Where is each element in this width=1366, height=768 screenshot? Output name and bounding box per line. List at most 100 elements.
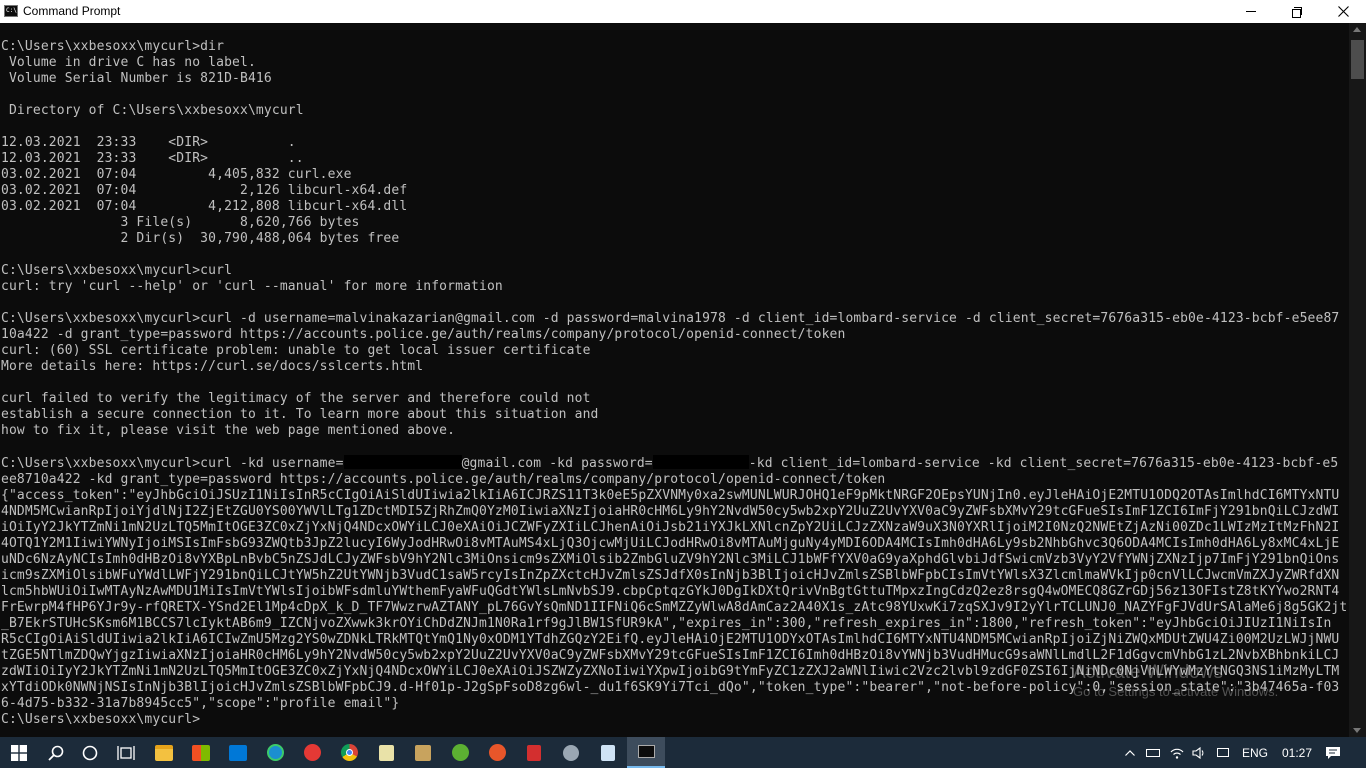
watermark-subtitle: Go to Settings to activate Windows. bbox=[1073, 684, 1279, 699]
taskbar-tools[interactable] bbox=[405, 737, 441, 768]
close-icon bbox=[1337, 6, 1349, 17]
task-view-button[interactable] bbox=[108, 737, 144, 768]
console-line: curl failed to verify the legitimacy of … bbox=[1, 391, 591, 406]
console-line: 12.03.2021 23:33 <DIR> .. bbox=[1, 151, 304, 166]
console-line: 4OTQ1Y2M1IiwiYWNyIjoiMSIsImFsbG93ZWQtb3J… bbox=[1, 536, 1340, 551]
console-line: tZGE5NTlmZDQwYjgzIiwiaXNzIjoiaHR0cHM6Ly9… bbox=[1, 648, 1340, 663]
show-hidden-icons-button[interactable] bbox=[1120, 737, 1140, 768]
gear-app-icon bbox=[563, 744, 579, 761]
edge-browser-icon bbox=[266, 744, 284, 761]
console-line: uNDc6NzAyNCIsImh0dHBzOi8vYXBpLnBvbC5nZSJ… bbox=[1, 552, 1340, 567]
console-line: C:\Users\xxbesoxx\mycurl>curl -d usernam… bbox=[1, 311, 1340, 326]
taskbar-utorrent[interactable] bbox=[442, 737, 478, 768]
console-line: {"access_token":"eyJhbGciOiJSUzI1NiIsInR… bbox=[1, 488, 1340, 503]
search-button[interactable] bbox=[38, 737, 74, 768]
vertical-scrollbar[interactable] bbox=[1349, 23, 1366, 737]
taskbar-store[interactable] bbox=[183, 737, 219, 768]
chrome-browser-icon bbox=[340, 744, 358, 761]
speaker-volume-icon bbox=[1192, 746, 1204, 759]
console-line: Directory of C:\Users\xxbesoxx\mycurl bbox=[1, 103, 304, 118]
taskbar-file-explorer[interactable] bbox=[146, 737, 182, 768]
scroll-down-arrow-icon[interactable] bbox=[1353, 728, 1361, 733]
window-title: Command Prompt bbox=[23, 4, 121, 18]
restore-icon bbox=[1292, 6, 1302, 18]
command-prompt-icon bbox=[637, 745, 655, 758]
battery-icon bbox=[1146, 748, 1160, 757]
taskbar-mail[interactable] bbox=[220, 737, 256, 768]
minimize-button[interactable] bbox=[1228, 0, 1274, 23]
taskbar-chrome[interactable] bbox=[331, 737, 367, 768]
console-line: ee8710a422 -kd grant_type=password https… bbox=[1, 472, 886, 487]
console-line: 3 File(s) 8,620,766 bytes bbox=[1, 215, 360, 230]
clock[interactable]: 01:27 bbox=[1274, 737, 1320, 768]
tray-notification-button[interactable] bbox=[1212, 737, 1234, 768]
orange-app-icon bbox=[488, 744, 506, 761]
console-line: 03.02.2021 07:04 4,212,808 libcurl-x64.d… bbox=[1, 199, 408, 214]
console-line: how to fix it, please visit the web page… bbox=[1, 423, 456, 438]
task-view-icon bbox=[117, 745, 135, 760]
watermark-title: Activate Windows bbox=[1073, 662, 1223, 683]
start-button[interactable] bbox=[0, 737, 38, 768]
console-line: curl: try 'curl --help' or 'curl --manua… bbox=[1, 279, 503, 294]
store-bag-icon bbox=[192, 744, 210, 761]
tray-network-button[interactable] bbox=[1166, 737, 1188, 768]
console-line: _B7EkrSTUHcSKsm6M1BCCS7lcIyktAB6m9_IZCNj… bbox=[1, 616, 1332, 631]
mail-envelope-icon bbox=[229, 744, 247, 761]
console-area[interactable]: C:\Users\xxbesoxx\mycurl>dir Volume in d… bbox=[0, 23, 1349, 737]
chevron-up-icon bbox=[1125, 749, 1135, 756]
console-line: Volume Serial Number is 821D-B416 bbox=[1, 71, 272, 86]
command-prompt-app-icon[interactable]: C:\ bbox=[4, 5, 18, 17]
taskbar: ENG 01:27 bbox=[0, 737, 1366, 768]
console-line: iOiIyY2JkYTZmNi1mN2UzLTQ5MmItOGE3ZC0xZjY… bbox=[1, 520, 1340, 535]
title-bar[interactable]: C:\ Command Prompt bbox=[0, 0, 1366, 23]
restore-button[interactable] bbox=[1274, 0, 1320, 23]
console-line: 10a422 -d grant_type=password https://ac… bbox=[1, 327, 846, 342]
taskbar-app-gray[interactable] bbox=[553, 737, 589, 768]
console-line: C:\Users\xxbesoxx\mycurl>curl -kd userna… bbox=[1, 455, 1339, 471]
taskbar-command-prompt[interactable] bbox=[627, 737, 665, 768]
taskbar-app-red[interactable] bbox=[294, 737, 330, 768]
console-line: curl: (60) SSL certificate problem: unab… bbox=[1, 343, 591, 358]
activate-windows-watermark: Activate Windows Go to Settings to activ… bbox=[1073, 662, 1278, 700]
taskbar-notepad[interactable] bbox=[368, 737, 404, 768]
console-line: C:\Users\xxbesoxx\mycurl>dir bbox=[1, 39, 225, 54]
console-line: 4NDM5MCwianRpIjoiYjdlNjI2ZjEtZGU0YS00YWV… bbox=[1, 504, 1340, 519]
console-line: FrEwrpM4fHP6YJr9y-rfQRETX-YSnd2El1Mp4cDp… bbox=[1, 600, 1348, 615]
action-center-icon bbox=[1326, 746, 1340, 759]
scrollbar-thumb[interactable] bbox=[1351, 40, 1364, 79]
console-line: C:\Users\xxbesoxx\mycurl>curl bbox=[1, 263, 233, 278]
console-line: lcm5hbWUiOiIwMTAyNzAwMDU1MiIsImVtYWlsIjo… bbox=[1, 584, 1340, 599]
red-app-icon bbox=[303, 744, 321, 761]
scroll-up-arrow-icon[interactable] bbox=[1353, 27, 1361, 32]
console-line: Volume in drive C has no label. bbox=[1, 55, 256, 70]
taskbar-app-orange[interactable] bbox=[479, 737, 515, 768]
tray-power-button[interactable] bbox=[1142, 737, 1164, 768]
cortana-circle-icon bbox=[82, 745, 98, 760]
taskbar-acrobat[interactable] bbox=[516, 737, 552, 768]
cortana-button[interactable] bbox=[72, 737, 108, 768]
search-icon bbox=[48, 745, 64, 761]
console-line: More details here: https://curl.se/docs/… bbox=[1, 359, 424, 374]
redacted-username bbox=[343, 455, 462, 469]
tools-icon bbox=[415, 744, 431, 761]
language-indicator[interactable]: ENG bbox=[1238, 737, 1272, 768]
console-line: 12.03.2021 23:33 <DIR> . bbox=[1, 135, 296, 150]
console-output[interactable]: C:\Users\xxbesoxx\mycurl>dir Volume in d… bbox=[0, 39, 1349, 728]
console-line: icm9sZXMiOlsibWFuYWdlLWFjY291bnQiLCJtYW5… bbox=[1, 568, 1340, 583]
close-button[interactable] bbox=[1320, 0, 1366, 23]
taskbar-documents[interactable] bbox=[590, 737, 626, 768]
taskbar-edge[interactable] bbox=[257, 737, 293, 768]
utorrent-icon bbox=[451, 744, 469, 761]
notepad-icon bbox=[378, 744, 394, 761]
console-line: R5cCIgOiAiSldUIiwia2lkIiA6ICIwZmU5Mzg2YS… bbox=[1, 632, 1340, 647]
action-center-button[interactable] bbox=[1316, 737, 1350, 768]
console-line: 6-4d75-b332-31a7b8945cc5","scope":"profi… bbox=[1, 696, 400, 711]
acrobat-pdf-icon bbox=[527, 744, 541, 761]
language-label: ENG bbox=[1241, 745, 1268, 760]
console-line: 03.02.2021 07:04 2,126 libcurl-x64.def bbox=[1, 183, 408, 198]
console-line: 2 Dir(s) 30,790,488,064 bytes free bbox=[1, 231, 400, 246]
minimize-icon bbox=[1246, 11, 1256, 12]
document-icon bbox=[601, 744, 615, 761]
console-line: C:\Users\xxbesoxx\mycurl> bbox=[1, 712, 201, 727]
tray-volume-button[interactable] bbox=[1188, 737, 1210, 768]
